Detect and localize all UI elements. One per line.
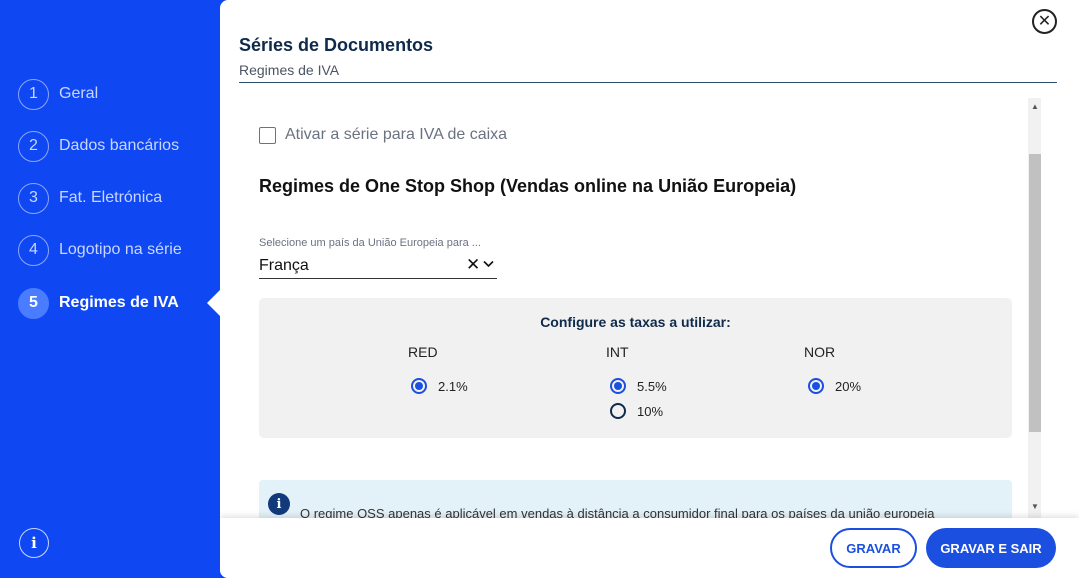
country-select[interactable]: França ✕ xyxy=(259,254,497,279)
rate-option-label: 10% xyxy=(637,403,664,419)
close-icon[interactable]: ✕ xyxy=(1032,9,1057,34)
rate-option-nor-20[interactable]: 20% xyxy=(808,378,861,394)
scrollbar[interactable]: ▲ ▼ xyxy=(1028,98,1041,518)
step-number: 4 xyxy=(18,234,49,266)
sidebar-item-dados-bancarios[interactable]: 2 Dados bancários xyxy=(18,130,179,162)
clear-icon[interactable]: ✕ xyxy=(466,255,480,275)
sidebar-item-label: Logotipo na série xyxy=(59,241,182,258)
step-number: 1 xyxy=(18,78,49,110)
radio-button[interactable] xyxy=(808,378,824,394)
cash-vat-checkbox[interactable] xyxy=(259,126,276,144)
dialog-footer: GRAVAR GRAVAR E SAIR xyxy=(220,518,1079,578)
rate-column-int: INT xyxy=(606,344,629,360)
sidebar-item-geral[interactable]: 1 Geral xyxy=(18,78,98,110)
info-icon: i xyxy=(268,493,290,515)
rate-option-int-10[interactable]: 10% xyxy=(610,403,663,419)
rates-panel: Configure as taxas a utilizar: RED 2.1% … xyxy=(259,298,1012,438)
sidebar-item-fat-eletronica[interactable]: 3 Fat. Eletrónica xyxy=(18,182,162,214)
scroll-down-arrow-icon[interactable]: ▼ xyxy=(1031,502,1039,511)
rate-column-header: INT xyxy=(606,344,629,360)
rate-option-label: 20% xyxy=(835,378,862,394)
page-title: Séries de Documentos xyxy=(239,35,434,55)
step-number: 5 xyxy=(18,287,49,319)
rate-option-int-5-5[interactable]: 5.5% xyxy=(610,378,667,394)
info-icon[interactable]: i xyxy=(19,528,49,558)
rate-column-header: NOR xyxy=(804,344,836,360)
rate-option-red-2-1[interactable]: 2.1% xyxy=(411,378,468,394)
sidebar-item-logotipo[interactable]: 4 Logotipo na série xyxy=(18,234,182,266)
radio-button[interactable] xyxy=(411,378,427,394)
chevron-down-icon[interactable] xyxy=(483,257,494,271)
oss-info-note: i O regime OSS apenas é aplicável em ven… xyxy=(259,480,1012,518)
cash-vat-option[interactable]: Ativar a série para IVA de caixa xyxy=(259,126,507,144)
radio-button[interactable] xyxy=(610,403,626,419)
scrollbar-thumb[interactable] xyxy=(1029,154,1041,432)
cash-vat-label: Ativar a série para IVA de caixa xyxy=(285,126,508,143)
active-step-pointer xyxy=(207,290,220,316)
save-button[interactable]: GRAVAR xyxy=(830,528,917,568)
sidebar-item-label: Geral xyxy=(59,85,99,102)
rate-column-header: RED xyxy=(408,344,438,360)
wizard-sidebar: 1 Geral 2 Dados bancários 3 Fat. Eletrón… xyxy=(0,0,220,578)
rates-title: Configure as taxas a utilizar: xyxy=(540,314,731,330)
sidebar-item-label: Dados bancários xyxy=(59,137,180,154)
dialog-panel: ✕ Séries de Documentos Regimes de IVA At… xyxy=(220,0,1079,578)
step-number: 3 xyxy=(18,182,49,214)
sidebar-item-label: Regimes de IVA xyxy=(59,294,179,311)
rate-column-red: RED xyxy=(408,344,438,360)
save-and-exit-button[interactable]: GRAVAR E SAIR xyxy=(926,528,1056,568)
radio-button[interactable] xyxy=(610,378,626,394)
rate-column-nor: NOR xyxy=(804,344,835,360)
country-select-value: França xyxy=(259,257,309,274)
rate-option-label: 2.1% xyxy=(438,378,468,394)
scroll-up-arrow-icon[interactable]: ▲ xyxy=(1031,102,1039,111)
header-divider xyxy=(239,82,1057,83)
step-number: 2 xyxy=(18,130,49,162)
sidebar-item-regimes-iva[interactable]: 5 Regimes de IVA xyxy=(18,287,179,319)
note-text: O regime OSS apenas é aplicável em venda… xyxy=(300,506,935,518)
country-select-label: Selecione um país da União Europeia para… xyxy=(259,237,481,249)
page-subtitle: Regimes de IVA xyxy=(239,62,340,78)
sidebar-item-label: Fat. Eletrónica xyxy=(59,189,163,206)
oss-section-title: Regimes de One Stop Shop (Vendas online … xyxy=(259,176,797,196)
rate-option-label: 5.5% xyxy=(637,378,667,394)
scroll-content: Ativar a série para IVA de caixa Regimes… xyxy=(239,98,1047,518)
